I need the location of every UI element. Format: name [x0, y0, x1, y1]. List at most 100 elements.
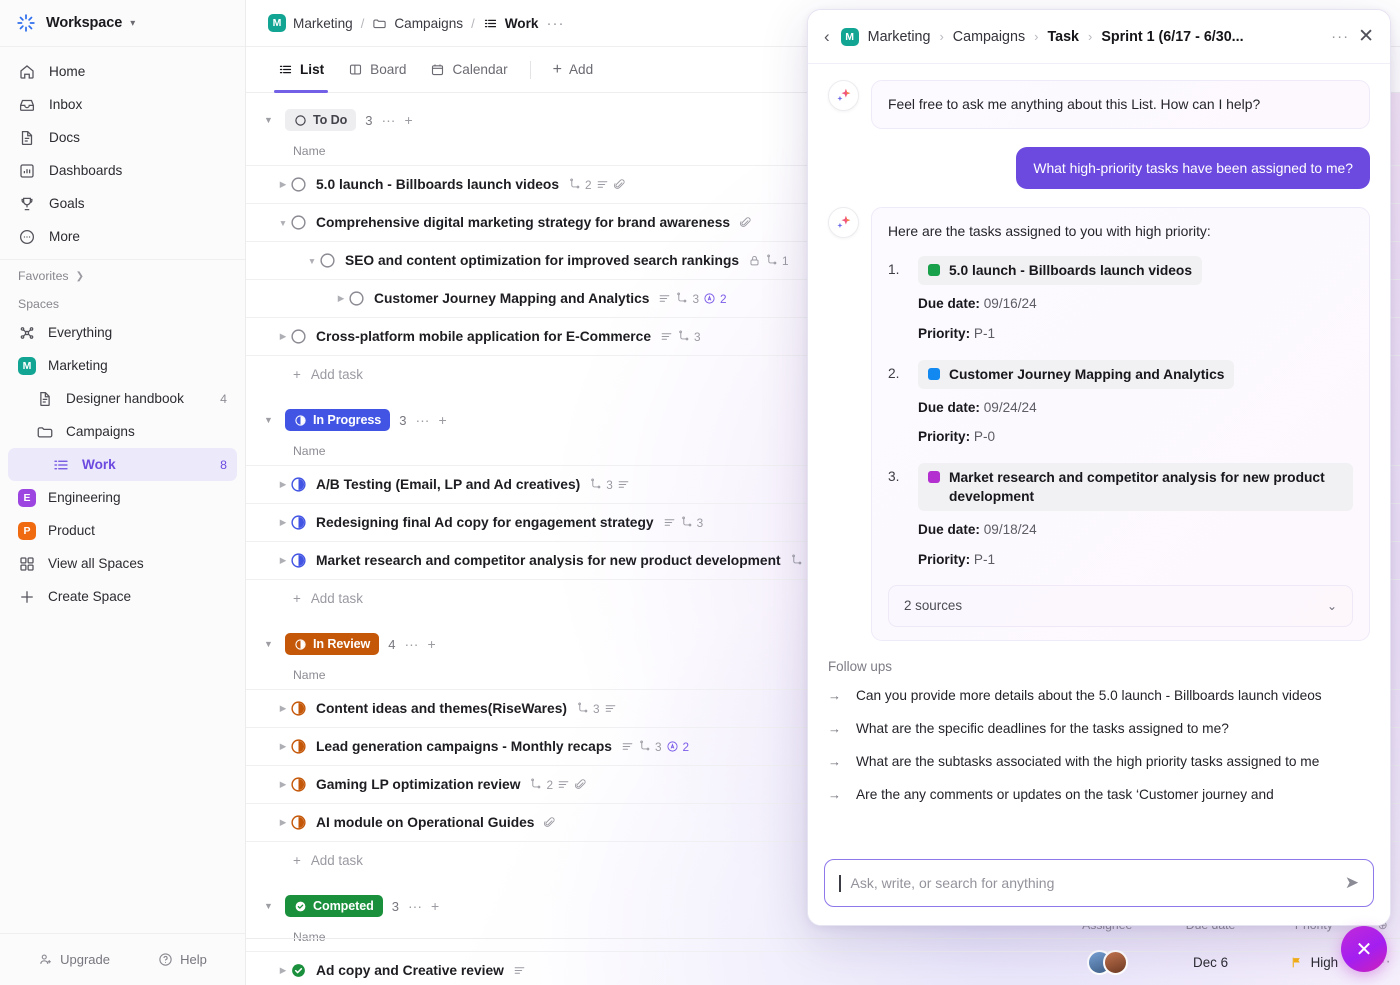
task-name[interactable]: 5.0 launch - Billboards launch videos	[316, 177, 559, 192]
help-button[interactable]: Help	[158, 952, 207, 967]
tab-list[interactable]: List	[268, 47, 334, 93]
nav-item-more[interactable]: More	[8, 220, 237, 253]
chevron-left-icon[interactable]: ‹	[824, 27, 830, 47]
task-status-toggle[interactable]	[290, 328, 307, 345]
status-progress-icon[interactable]	[290, 476, 307, 493]
group-more-button[interactable]: ···	[404, 636, 418, 652]
sidebar-item-campaigns[interactable]: Campaigns	[8, 415, 237, 448]
favorites-header[interactable]: Favorites ❯	[0, 260, 245, 288]
avatar-group[interactable]	[1056, 949, 1159, 975]
status-review-icon[interactable]	[290, 814, 307, 831]
breadcrumb-item-campaigns[interactable]: Campaigns	[372, 16, 463, 31]
nav-item-dashboards[interactable]: Dashboards	[8, 154, 237, 187]
bottom-task-row[interactable]: Dec 6High···	[246, 938, 1400, 985]
tab-board[interactable]: Board	[338, 47, 416, 93]
task-status-toggle[interactable]	[290, 476, 307, 493]
breadcrumb-item-work[interactable]: Work	[483, 16, 538, 31]
group-more-button[interactable]: ···	[381, 112, 395, 128]
nav-item-docs[interactable]: Docs	[8, 121, 237, 154]
sidebar-item-everything[interactable]: Everything	[8, 316, 237, 349]
task-status-toggle[interactable]	[348, 290, 365, 307]
sidebar-item-create-space[interactable]: Create Space	[8, 580, 237, 613]
task-status-toggle[interactable]	[290, 214, 307, 231]
chevron-right-icon[interactable]: ▶	[276, 703, 290, 714]
upgrade-button[interactable]: Upgrade	[38, 952, 110, 967]
chevron-down-icon[interactable]: ▼	[305, 256, 319, 266]
status-review-icon[interactable]	[290, 700, 307, 717]
sidebar-item-work[interactable]: Work 8	[8, 448, 237, 481]
task-name[interactable]: Customer Journey Mapping and Analytics	[374, 291, 649, 306]
task-status-toggle[interactable]	[290, 552, 307, 569]
status-badge[interactable]: To Do	[285, 109, 357, 131]
task-chip[interactable]: Customer Journey Mapping and Analytics	[918, 359, 1235, 389]
chat-crumb-task[interactable]: Task	[1047, 29, 1079, 45]
chevron-right-icon[interactable]: ▶	[276, 179, 290, 190]
chevron-down-icon[interactable]: ▾	[130, 18, 135, 29]
chat-input-box[interactable]: Ask, write, or search for anything ➤	[824, 859, 1374, 907]
chat-crumb-sprint[interactable]: Sprint 1 (6/17 - 6/30...	[1101, 29, 1243, 45]
chevron-right-icon[interactable]: ▶	[334, 293, 348, 304]
sidebar-item-designer-handbook[interactable]: Designer handbook 4	[8, 382, 237, 415]
tab-calendar[interactable]: Calendar	[420, 47, 517, 93]
status-todo-icon[interactable]	[348, 290, 365, 307]
status-progress-icon[interactable]	[290, 552, 307, 569]
task-name[interactable]: AI module on Operational Guides	[316, 815, 534, 830]
group-add-button[interactable]: +	[427, 636, 435, 652]
task-chip[interactable]: Market research and competitor analysis …	[918, 463, 1353, 512]
chat-messages[interactable]: Feel free to ask me anything about this …	[808, 64, 1390, 849]
close-chat-fab[interactable]: ✕	[1341, 926, 1387, 972]
sidebar-item-product[interactable]: P Product	[8, 514, 237, 547]
chevron-down-icon[interactable]: ▼	[276, 218, 290, 228]
task-name[interactable]: Gaming LP optimization review	[316, 777, 520, 792]
sidebar-item-engineering[interactable]: E Engineering	[8, 481, 237, 514]
breadcrumb-more-button[interactable]: ···	[546, 15, 564, 32]
followup-item[interactable]: → Can you provide more details about the …	[828, 686, 1370, 706]
group-more-button[interactable]: ···	[415, 412, 429, 428]
task-name[interactable]: A/B Testing (Email, LP and Ad creatives)	[316, 477, 580, 492]
chat-crumb-marketing[interactable]: Marketing	[868, 29, 931, 45]
task-name[interactable]: SEO and content optimization for improve…	[345, 253, 739, 268]
task-name[interactable]: Comprehensive digital marketing strategy…	[316, 215, 730, 230]
chat-more-button[interactable]: ···	[1331, 28, 1349, 45]
nav-item-inbox[interactable]: Inbox	[8, 88, 237, 121]
status-badge[interactable]: In Progress	[285, 409, 391, 431]
task-name[interactable]: Redesigning final Ad copy for engagement…	[316, 515, 654, 530]
chevron-right-icon[interactable]: ▶	[276, 817, 290, 828]
task-status-toggle[interactable]	[290, 176, 307, 193]
status-review-icon[interactable]	[290, 738, 307, 755]
task-status-toggle[interactable]	[290, 814, 307, 831]
task-status-toggle[interactable]	[290, 776, 307, 793]
chevron-right-icon[interactable]: ▶	[276, 779, 290, 790]
task-status-toggle[interactable]	[290, 514, 307, 531]
status-badge[interactable]: In Review	[285, 633, 380, 655]
group-add-button[interactable]: +	[404, 112, 412, 128]
chat-crumb-campaigns[interactable]: Campaigns	[953, 29, 1025, 45]
task-status-toggle[interactable]	[319, 252, 336, 269]
status-todo-icon[interactable]	[290, 214, 307, 231]
followup-item[interactable]: → Are the any comments or updates on the …	[828, 785, 1370, 805]
chevron-right-icon[interactable]: ▶	[276, 555, 290, 566]
chevron-right-icon[interactable]: ▶	[276, 331, 290, 342]
status-todo-icon[interactable]	[290, 176, 307, 193]
task-status-toggle[interactable]	[290, 738, 307, 755]
add-view-button[interactable]: + Add	[543, 47, 604, 93]
sidebar-item-view-all-spaces[interactable]: View all Spaces	[8, 547, 237, 580]
send-icon[interactable]: ➤	[1345, 873, 1359, 893]
group-add-button[interactable]: +	[438, 412, 446, 428]
status-review-icon[interactable]	[290, 776, 307, 793]
task-name[interactable]: Content ideas and themes(RiseWares)	[316, 701, 567, 716]
task-name[interactable]: Cross-platform mobile application for E-…	[316, 329, 651, 344]
status-todo-icon[interactable]	[290, 328, 307, 345]
chevron-down-icon[interactable]: ▼	[264, 115, 276, 125]
status-progress-icon[interactable]	[290, 514, 307, 531]
nav-item-home[interactable]: Home	[8, 55, 237, 88]
chevron-right-icon[interactable]: ▶	[276, 517, 290, 528]
due-date-value[interactable]: Dec 6	[1159, 955, 1262, 970]
close-icon[interactable]: ✕	[1358, 27, 1374, 46]
nav-item-goals[interactable]: Goals	[8, 187, 237, 220]
sources-toggle[interactable]: 2 sources ⌄	[888, 585, 1353, 628]
breadcrumb-item-marketing[interactable]: M Marketing	[268, 14, 353, 32]
workspace-header[interactable]: Workspace ▾	[0, 0, 245, 47]
task-status-toggle[interactable]	[290, 700, 307, 717]
sidebar-item-marketing[interactable]: M Marketing	[8, 349, 237, 382]
